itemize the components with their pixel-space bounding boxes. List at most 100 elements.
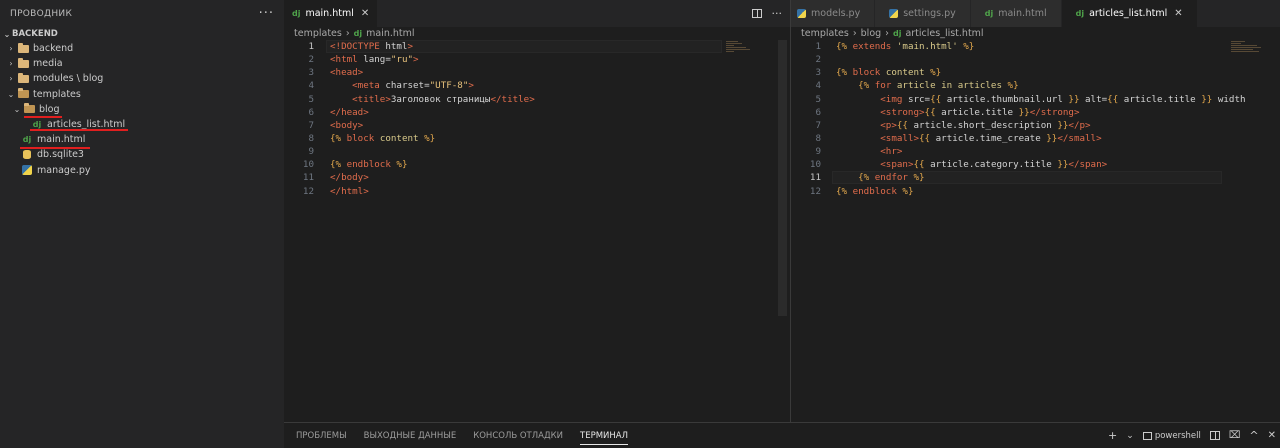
tree-item[interactable]: dj main.html [0,132,284,147]
tree-item[interactable]: › modules \ blog [0,71,284,86]
breadcrumb-separator-icon: › [852,28,857,39]
code-text: {% endblock %} [330,159,408,171]
editor-group-left: dj main.html ✕ ··· templates › dj main.html… [284,0,790,422]
code-line: 12 {% endblock %} [791,185,1280,198]
tab-label: articles_list.html [1089,8,1168,19]
code-text: {% block content %} [836,67,942,79]
tree-item[interactable]: › backend [0,41,284,56]
line-number: 1 [815,41,821,53]
tab-bar-right: models.py settings.py dj main.html dj article… [791,0,1280,27]
editor-actions: ··· [751,0,791,27]
breadcrumb-item[interactable]: articles_list.html [905,28,983,39]
bottom-panel: ПРОБЛЕМЫ ВЫХОДНЫЕ ДАННЫЕ КОНСОЛЬ ОТЛАДКИ ТЕ… [284,422,1280,448]
explorer-title: ПРОВОДНИК [10,8,73,19]
code-text: <span>{{ article.category.title }}</span… [880,159,1108,171]
file-tree: › backend › media › modules \ blog ⌄ templates ⌄… [0,41,284,178]
terminal-selector[interactable]: powershell [1142,430,1201,441]
maximize-panel-icon[interactable]: ^ [1249,429,1258,442]
more-actions-icon[interactable]: ··· [259,6,274,21]
add-terminal-icon[interactable]: + [1108,429,1117,442]
panel-tab[interactable]: ПРОБЛЕМЫ [296,423,347,448]
code-line: 5 <img src={{ article.thumbnail.url }} a… [791,93,1280,106]
breadcrumb-item[interactable]: templates [801,28,849,39]
line-number: 12 [302,185,314,197]
code-line: 7 <body> [284,119,790,132]
tree-item-label: db.sqlite3 [37,149,84,161]
close-panel-icon[interactable]: ✕ [1268,430,1276,441]
panel-tab[interactable]: ВЫХОДНЫЕ ДАННЫЕ [364,423,457,448]
tab-label: main.html [998,8,1047,19]
code-text: <strong>{{ article.title }}</strong> [880,106,1080,118]
line-number: 11 [809,172,821,184]
line-number: 5 [308,93,314,105]
tree-item[interactable]: ⌄ templates [0,87,284,102]
tree-item-label: blog [39,103,60,115]
django-icon: dj [292,9,301,18]
breadcrumb-item[interactable]: templates [294,28,342,39]
code-line: 5 <title>Заголовок страницы</title> [284,93,790,106]
code-text: <!DOCTYPE html> [330,41,414,53]
code-text: <small>{{ article.time_create }}</small> [880,133,1102,145]
line-number: 8 [308,133,314,145]
line-number: 2 [308,54,314,66]
tab-label: settings.py [903,8,956,19]
code-text: {% endblock %} [836,185,914,197]
tree-item-label: media [33,58,63,70]
tree-item[interactable]: db.sqlite3 [0,147,284,162]
workspace-section[interactable]: ⌄ BACKEND [0,27,284,41]
close-icon[interactable]: ✕ [1174,8,1182,19]
split-terminal-icon[interactable] [1209,431,1220,440]
chevron-down-icon: ⌄ [13,104,21,114]
code-line: 8 {% block content %} [284,132,790,145]
code-editor[interactable]: 1 {% extends 'main.html' %} 2 3 {% block con… [791,40,1280,198]
python-icon [797,9,806,18]
trash-icon[interactable]: ⌧ [1229,430,1241,441]
code-text: </head> [330,106,369,118]
line-number: 3 [308,67,314,79]
code-text: {% for article in articles %} [858,80,1019,92]
scrollbar[interactable] [778,40,787,316]
code-line: 9 <hr> [791,145,1280,158]
minimap[interactable] [726,40,766,62]
tab-settings-py[interactable]: settings.py [875,0,971,27]
terminal-label: powershell [1154,430,1201,441]
chevron-down-icon[interactable]: ⌄ [1126,431,1134,441]
code-line: 2 <html lang="ru"> [284,53,790,66]
code-text: </body> [330,172,369,184]
explorer-header: ПРОВОДНИК ··· [0,0,284,27]
tree-item-label: main.html [37,134,86,146]
code-line: 10 <span>{{ article.category.title }}</s… [791,158,1280,171]
line-number: 7 [308,119,314,131]
split-editor-icon[interactable] [751,9,762,18]
code-text: <html lang="ru"> [330,54,419,66]
tree-item[interactable]: › media [0,56,284,71]
close-icon[interactable]: ✕ [361,8,369,19]
django-icon: dj [984,9,994,18]
tab-models-py[interactable]: models.py [791,0,876,27]
code-editor[interactable]: 1 <!DOCTYPE html> 2 <html lang="ru"> 3 <head>… [284,40,790,198]
line-number: 4 [308,80,314,92]
more-actions-icon[interactable]: ··· [772,7,783,20]
panel-actions: + ⌄ powershell ⌧ ^ ✕ [1108,429,1280,442]
code-line: 2 [791,53,1280,66]
line-number: 11 [302,172,314,184]
breadcrumb-separator-icon: › [885,28,889,39]
breadcrumb-item[interactable]: blog [861,28,882,39]
chevron-right-icon: › [9,44,13,54]
tab-articles_list-html[interactable]: dj articles_list.html ✕ [1061,0,1198,27]
tree-item-label: manage.py [37,164,91,176]
panel-tab[interactable]: КОНСОЛЬ ОТЛАДКИ [473,423,563,448]
tree-item[interactable]: ⌄ blog [0,102,284,117]
django-icon: dj [1075,9,1085,18]
panel-tab[interactable]: ТЕРМИНАЛ [580,423,628,448]
code-line: 11 </body> [284,171,790,184]
code-line: 6 </head> [284,106,790,119]
breadcrumb-item[interactable]: main.html [366,28,414,39]
tab-main-html[interactable]: dj main.html ✕ [284,0,379,27]
tab-main-html[interactable]: dj main.html [970,0,1062,27]
tree-item[interactable]: manage.py [0,163,284,178]
line-number: 8 [815,133,821,145]
workspace-title: BACKEND [12,29,58,39]
python-icon [20,165,34,176]
minimap[interactable] [1231,40,1271,62]
